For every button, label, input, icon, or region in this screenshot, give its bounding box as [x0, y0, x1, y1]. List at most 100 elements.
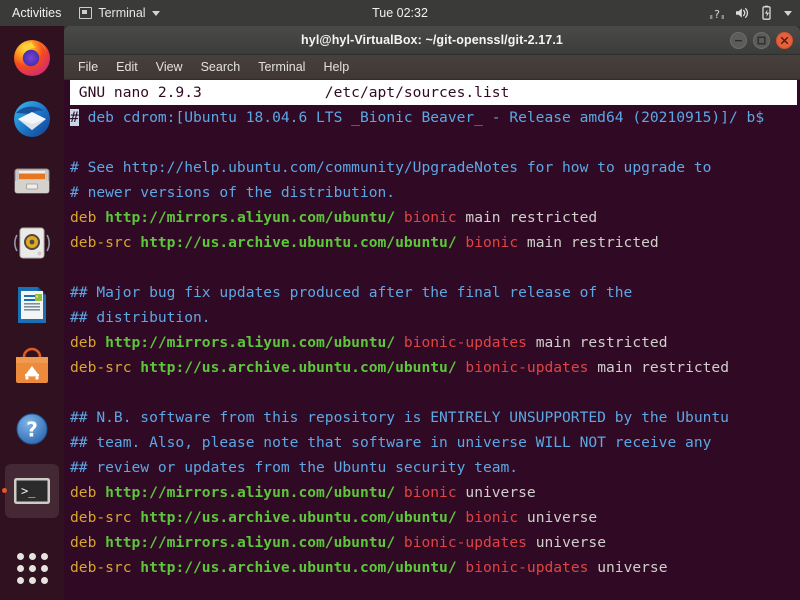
menu-view[interactable]: View — [154, 59, 185, 75]
nano-text-segment: universe — [588, 559, 668, 576]
volume-icon[interactable] — [734, 5, 750, 21]
libreoffice-writer-icon — [18, 287, 46, 323]
nano-text-segment: ## distribution. — [70, 309, 211, 326]
nano-text-segment: ## Major bug fix updates produced after … — [70, 284, 633, 301]
dock-item-thunderbird[interactable] — [0, 88, 64, 150]
minimize-button[interactable] — [730, 31, 747, 49]
nano-text-segment: deb — [70, 484, 106, 501]
menu-edit[interactable]: Edit — [114, 59, 140, 75]
app-grid-icon — [16, 552, 48, 584]
rhythmbox-icon — [14, 227, 50, 259]
minimize-icon — [735, 39, 742, 41]
nano-text-segment — [395, 534, 404, 551]
nano-line — [70, 255, 797, 280]
firefox-icon — [14, 40, 50, 76]
terminal-content[interactable]: GNU nano 2.9.3 /etc/apt/sources.list # d… — [64, 80, 800, 600]
nano-line: ## Major bug fix updates produced after … — [70, 280, 797, 305]
nano-text-segment: bionic-updates — [403, 334, 527, 351]
nano-text-segment: deb-src — [70, 509, 141, 526]
app-menu-terminal[interactable]: Terminal — [71, 0, 167, 26]
nano-line — [70, 580, 797, 600]
nano-text-segment: universe — [518, 509, 598, 526]
nano-text-segment: http://mirrors.aliyun.com/ubuntu/ — [105, 209, 396, 226]
nano-text-segment: ## review or updates from the Ubuntu sec… — [70, 459, 519, 476]
maximize-icon — [757, 36, 766, 44]
terminal-menu-bar: File Edit View Search Terminal Help — [64, 55, 800, 80]
nano-text-segment: main restricted — [588, 359, 730, 376]
nano-line: # newer versions of the distribution. — [70, 180, 797, 205]
window-controls — [730, 26, 793, 54]
chevron-down-icon — [151, 10, 160, 16]
nano-text-segment: http://us.archive.ubuntu.com/ubuntu/ — [140, 359, 457, 376]
nano-text-segment: http://us.archive.ubuntu.com/ubuntu/ — [140, 559, 457, 576]
dock-item-libreoffice-writer[interactable] — [0, 274, 64, 336]
network-icon[interactable]: ? — [709, 5, 725, 21]
nano-text-segment: bionic-updates — [465, 359, 589, 376]
nano-text-segment: universe — [526, 534, 606, 551]
nano-text-segment: http://mirrors.aliyun.com/ubuntu/ — [105, 534, 396, 551]
nano-text-buffer[interactable]: # deb cdrom:[Ubuntu 18.04.6 LTS _Bionic … — [70, 105, 797, 600]
clock-label[interactable]: Tue 02:32 — [372, 6, 428, 20]
nano-line: deb-src http://us.archive.ubuntu.com/ubu… — [70, 230, 797, 255]
nano-line: deb http://mirrors.aliyun.com/ubuntu/ bi… — [70, 205, 797, 230]
terminal-icon — [79, 7, 93, 19]
battery-icon[interactable] — [759, 5, 775, 21]
menu-help[interactable]: Help — [321, 59, 351, 75]
nano-text-segment: http://mirrors.aliyun.com/ubuntu/ — [105, 484, 396, 501]
help-icon: ? — [16, 413, 48, 445]
menu-file[interactable]: File — [76, 59, 100, 75]
nano-text-segment: bionic — [465, 509, 519, 526]
text-cursor: # — [70, 109, 79, 126]
nano-line — [70, 380, 797, 405]
window-title-bar[interactable]: hyl@hyl-VirtualBox: ~/git-openssl/git-2.… — [64, 26, 800, 55]
nano-text-segment: ## N.B. software from this repository is… — [70, 409, 729, 426]
close-button[interactable] — [776, 31, 793, 49]
nano-line: ## team. Also, please note that software… — [70, 430, 797, 455]
nano-line: ## N.B. software from this repository is… — [70, 405, 797, 430]
terminal-window: hyl@hyl-VirtualBox: ~/git-openssl/git-2.… — [64, 26, 800, 600]
files-icon — [14, 168, 50, 194]
dock-item-help[interactable]: ? — [0, 398, 64, 460]
nano-line: ## review or updates from the Ubuntu sec… — [70, 455, 797, 480]
nano-text-segment: http://mirrors.aliyun.com/ubuntu/ — [105, 334, 396, 351]
show-applications-button[interactable] — [0, 542, 64, 594]
nano-text-segment: # See http://help.ubuntu.com/community/U… — [70, 159, 712, 176]
app-menu-label: Terminal — [98, 6, 146, 20]
nano-text-segment: http://us.archive.ubuntu.com/ubuntu/ — [140, 509, 457, 526]
nano-text-segment: deb-src — [70, 359, 141, 376]
terminal-app-icon: >_ — [14, 478, 50, 504]
system-tray[interactable]: ? — [709, 0, 792, 26]
window-title: hyl@hyl-VirtualBox: ~/git-openssl/git-2.… — [301, 33, 563, 47]
nano-line: deb-src http://us.archive.ubuntu.com/ubu… — [70, 505, 797, 530]
close-icon — [780, 36, 789, 44]
nano-title-bar: GNU nano 2.9.3 /etc/apt/sources.list — [70, 80, 797, 105]
nano-text-segment: bionic — [403, 209, 457, 226]
svg-text:>_: >_ — [21, 484, 36, 498]
nano-text-segment: deb — [70, 209, 106, 226]
dock-item-files[interactable] — [0, 150, 64, 212]
nano-text-segment: deb cdrom:[Ubuntu 18.04.6 LTS _Bionic Be… — [78, 109, 765, 126]
desktop: Activities Terminal Tue 02:32 ? ? >_ hyl… — [0, 0, 800, 600]
nano-text-segment: # newer versions of the distribution. — [70, 184, 396, 201]
dock-item-rhythmbox[interactable] — [0, 212, 64, 274]
nano-text-segment: bionic — [403, 484, 457, 501]
svg-text:?: ? — [714, 8, 720, 21]
dock-item-firefox[interactable] — [0, 26, 64, 88]
nano-text-segment: universe — [456, 484, 536, 501]
ubuntu-software-icon — [16, 347, 48, 383]
nano-line: deb http://mirrors.aliyun.com/ubuntu/ bi… — [70, 330, 797, 355]
gnome-top-bar: Activities Terminal Tue 02:32 ? — [0, 0, 800, 26]
menu-search[interactable]: Search — [199, 59, 243, 75]
nano-text-segment — [395, 484, 404, 501]
dock-item-ubuntu-software[interactable] — [0, 336, 64, 398]
menu-terminal[interactable]: Terminal — [256, 59, 307, 75]
activities-button[interactable]: Activities — [0, 0, 71, 26]
nano-text-segment: ## team. Also, please note that software… — [70, 434, 712, 451]
nano-text-segment: bionic — [465, 234, 519, 251]
nano-text-segment: deb — [70, 534, 106, 551]
maximize-button[interactable] — [753, 31, 770, 49]
system-menu-chevron-down-icon[interactable] — [784, 10, 792, 16]
nano-line: deb http://mirrors.aliyun.com/ubuntu/ bi… — [70, 480, 797, 505]
nano-text-segment: bionic-updates — [465, 559, 589, 576]
dock-item-terminal[interactable]: >_ — [0, 460, 64, 522]
